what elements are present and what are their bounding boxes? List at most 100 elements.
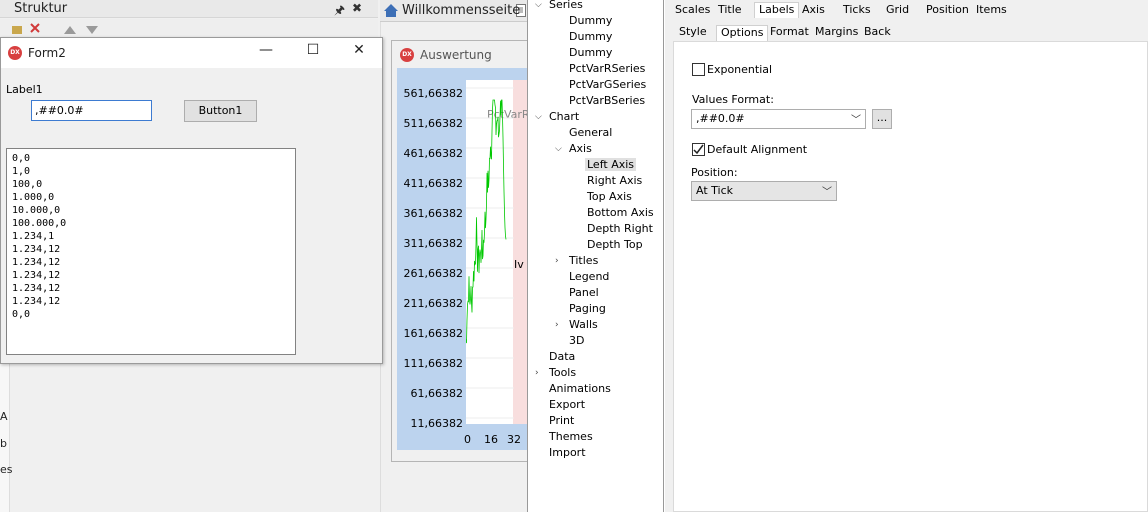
memo-line: 100,0 xyxy=(12,179,43,190)
chevron-right-icon[interactable]: › xyxy=(535,368,539,378)
tree-item[interactable]: Walls xyxy=(569,318,598,331)
tree-item[interactable]: PctVarGSeries xyxy=(569,78,646,91)
exponential-label: Exponential xyxy=(707,63,773,76)
check-icon xyxy=(693,144,704,155)
memo-line: 10.000,0 xyxy=(12,205,61,216)
values-format-browse-button[interactable]: ... xyxy=(872,109,892,129)
tab-ticks[interactable]: Ticks xyxy=(838,2,876,18)
tree-item[interactable]: Paging xyxy=(569,302,606,315)
tree-item[interactable]: Themes xyxy=(549,430,593,443)
tree-item[interactable]: Titles xyxy=(569,254,598,267)
tab-welcome-label: Willkommensseite xyxy=(402,3,521,18)
chart-y-tick: 511,66382 xyxy=(403,117,464,130)
tree-item[interactable]: Legend xyxy=(569,270,609,283)
chart-series-line xyxy=(466,87,514,419)
memo-line: 1.000,0 xyxy=(12,192,55,203)
tab-axis[interactable]: Axis xyxy=(797,2,830,18)
home-icon xyxy=(384,4,398,17)
tree-item[interactable]: Data xyxy=(549,350,575,363)
close-icon[interactable]: ✖ xyxy=(352,1,362,15)
tree-item[interactable]: Right Axis xyxy=(587,174,642,187)
arrow-up-down-icon[interactable] xyxy=(62,22,102,36)
structure-toolbar xyxy=(0,19,378,39)
tree-item[interactable]: Depth Right xyxy=(587,222,653,235)
close-icon[interactable]: ✕ xyxy=(347,42,371,58)
dx-logo-icon: DX xyxy=(8,46,22,60)
memo-line: 1.234,1 xyxy=(12,231,55,242)
chevron-down-icon[interactable]: ⌵ xyxy=(535,112,542,122)
subtab-back[interactable]: Back xyxy=(860,25,895,41)
chart-grid xyxy=(466,87,514,419)
chart-y-tick: 361,66382 xyxy=(403,207,464,220)
chart-y-tick: 411,66382 xyxy=(403,177,464,190)
values-format-combo[interactable]: ,##0.0# ﹀ xyxy=(691,109,866,129)
chart-y-tick: 61,66382 xyxy=(410,387,464,400)
form2-memo[interactable]: 0,0 1,0 100,0 1.000,0 10.000,0 100.000,0 1.234… xyxy=(6,148,296,355)
form2-button1[interactable]: Button1 xyxy=(184,100,257,122)
exponential-checkbox[interactable] xyxy=(692,63,705,76)
tree-item[interactable]: Print xyxy=(549,414,574,427)
maximize-icon[interactable]: ☐ xyxy=(301,42,325,58)
tree-item[interactable]: Export xyxy=(549,398,585,411)
tree-item[interactable]: Top Axis xyxy=(587,190,632,203)
tree-item[interactable]: Import xyxy=(549,446,586,459)
chart-x-tick: 32 xyxy=(507,433,521,446)
dx-logo-icon: DX xyxy=(400,48,414,62)
chart-y-tick: 261,66382 xyxy=(403,267,464,280)
tree-item[interactable]: Tools xyxy=(549,366,576,379)
memo-line: 1.234,12 xyxy=(12,283,61,294)
tree-item[interactable]: Panel xyxy=(569,286,599,299)
memo-line: 1,0 xyxy=(12,166,31,177)
chart-y-tick: 161,66382 xyxy=(403,327,464,340)
default-alignment-checkbox[interactable] xyxy=(692,143,705,156)
chart-partial-label: Iv xyxy=(514,258,524,271)
form2-edit-input[interactable]: ,##0.0# xyxy=(31,100,152,121)
values-format-value: ,##0.0# xyxy=(696,112,745,125)
tree-item[interactable]: Dummy xyxy=(569,46,612,59)
values-format-label: Values Format: xyxy=(692,93,774,106)
chevron-down-icon: ﹀ xyxy=(851,115,861,126)
side-letter-es: es xyxy=(0,463,13,476)
chevron-down-icon[interactable]: ⌵ xyxy=(555,144,562,154)
tree-item[interactable]: Animations xyxy=(549,382,611,395)
memo-line: 1.234,12 xyxy=(12,270,61,281)
chart-y-tick: 11,66382 xyxy=(410,417,464,430)
chevron-down-icon[interactable]: ⌵ xyxy=(535,0,542,10)
chevron-right-icon[interactable]: › xyxy=(555,256,559,266)
chart-series-polyline xyxy=(466,99,507,344)
tree-item[interactable]: Left Axis xyxy=(585,158,637,171)
chevron-right-icon[interactable]: › xyxy=(555,320,559,330)
tree-item[interactable]: PctVarRSeries xyxy=(569,62,645,75)
tab-scales[interactable]: Scales xyxy=(670,2,715,18)
tab-grid[interactable]: Grid xyxy=(881,2,914,18)
structure-toolbar-icons[interactable] xyxy=(12,22,52,36)
tree-item[interactable]: Chart xyxy=(549,110,579,123)
subtab-options[interactable]: Options xyxy=(716,25,769,41)
tree-item[interactable]: Bottom Axis xyxy=(587,206,654,219)
tab-items[interactable]: Items xyxy=(971,2,1012,18)
tree-item[interactable]: Axis xyxy=(569,142,592,155)
tree-item[interactable]: Dummy xyxy=(569,30,612,43)
memo-line: 1.234,12 xyxy=(12,244,61,255)
tree-item[interactable]: PctVarBSeries xyxy=(569,94,645,107)
side-letter-b: b xyxy=(0,437,7,450)
minimize-icon[interactable]: — xyxy=(254,42,278,58)
memo-line: 0,0 xyxy=(12,309,31,320)
tree-item[interactable]: 3D xyxy=(569,334,584,347)
tab-position[interactable]: Position xyxy=(921,2,974,18)
tree-item[interactable]: Series xyxy=(549,0,583,11)
chart-plot-back-wall xyxy=(513,80,527,424)
subtab-format[interactable]: Format xyxy=(766,25,813,41)
position-combo[interactable]: At Tick ﹀ xyxy=(691,181,837,201)
tree-item[interactable]: Depth Top xyxy=(587,238,643,251)
chart-y-tick: 211,66382 xyxy=(403,297,464,310)
subtab-margins[interactable]: Margins xyxy=(811,25,862,41)
tab-title[interactable]: Title xyxy=(713,2,747,18)
default-alignment-label: Default Alignment xyxy=(707,143,808,156)
tab-labels[interactable]: Labels xyxy=(754,2,800,18)
tree-item[interactable]: General xyxy=(569,126,612,139)
chart-y-tick: 111,66382 xyxy=(403,357,464,370)
tree-item[interactable]: Dummy xyxy=(569,14,612,27)
subtab-style[interactable]: Style xyxy=(675,25,711,41)
chart-x-tick: 16 xyxy=(484,433,498,446)
